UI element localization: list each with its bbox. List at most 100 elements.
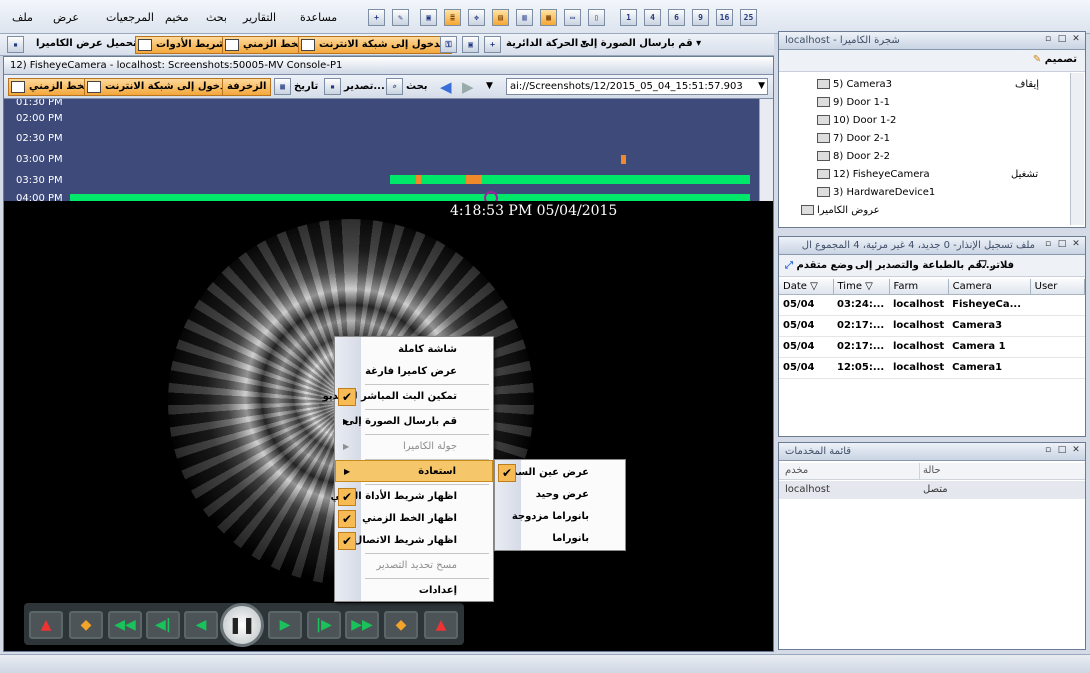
col-user[interactable]: User	[1030, 279, 1086, 295]
play-back-icon[interactable]: ◀	[184, 611, 218, 639]
menu-file[interactable]: ملف	[12, 11, 33, 24]
date-button[interactable]: تاريخ	[294, 81, 318, 92]
window-icon[interactable]: ▭	[564, 9, 581, 26]
playhead-marker[interactable]	[484, 191, 498, 201]
chevron-down-icon[interactable]: ▼	[758, 79, 765, 94]
history-dropdown-icon[interactable]: ▼	[486, 81, 493, 91]
layout-9-icon[interactable]: 9	[692, 9, 709, 26]
maximize-icon[interactable]: □	[1057, 35, 1067, 45]
next-event-icon[interactable]: ◆	[384, 611, 418, 639]
table-row[interactable]: 05/04 02:17:... localhost Camera3	[779, 315, 1085, 337]
load-camera-view-button[interactable]: تحميل عرض الكاميرا ▾	[36, 38, 145, 49]
event-marker[interactable]	[466, 175, 482, 184]
edit-icon[interactable]: ✎	[392, 9, 409, 26]
advanced-mode-button[interactable]: ⤢ وضع متقدم	[785, 260, 853, 271]
last-alarm-icon[interactable]: ▲	[424, 611, 458, 639]
menu-search[interactable]: بحث	[206, 11, 227, 24]
col-date[interactable]: Date ▽	[779, 279, 834, 295]
monitor-icon[interactable]: ▣	[420, 9, 437, 26]
cam-web-login-button[interactable]: الدخول إلى شبكة الانترنت	[84, 78, 238, 96]
timeline[interactable]: 01:30 PM 02:00 PM 02:30 PM 03:00 PM 03:3…	[4, 99, 773, 201]
col-time[interactable]: Time ▽	[833, 279, 890, 295]
play-forward-icon[interactable]: ▶	[268, 611, 302, 639]
tree-item-door-2-2[interactable]: 8) Door 2-2	[817, 149, 890, 165]
pin-icon[interactable]: ▫	[1043, 446, 1053, 456]
path-field[interactable]: ai://Screenshots/12/2015_05_04_15:51:57.…	[506, 78, 768, 95]
col-status[interactable]: حالة	[923, 465, 941, 476]
tree-item-fisheye-camera[interactable]: 12) FisheyeCamera	[817, 167, 930, 183]
col-server[interactable]: مخدم	[785, 465, 808, 476]
pin-icon[interactable]: ▫	[1043, 240, 1053, 250]
prev-event-icon[interactable]: ◆	[69, 611, 103, 639]
close-icon[interactable]: ✕	[1071, 446, 1081, 456]
close-icon[interactable]: ✕	[1071, 35, 1081, 45]
submenu-panorama[interactable]: بانوراما	[495, 528, 625, 550]
menu-view[interactable]: عرض	[53, 11, 79, 24]
save-icon[interactable]: ▪	[7, 36, 24, 53]
pin-icon[interactable]: ▫	[1043, 35, 1053, 45]
layout-25-icon[interactable]: 25	[740, 9, 757, 26]
print-export-button[interactable]: قم بالطباعة والتصدير إلى...	[855, 260, 993, 271]
table-row[interactable]: localhost متصل	[779, 481, 1085, 499]
filter-button[interactable]: ⛉ فلاتر	[979, 260, 1014, 271]
back-arrow-icon[interactable]: ◀	[440, 78, 452, 96]
tree-item-hardware-device[interactable]: 3) HardwareDevice1	[817, 185, 935, 201]
toolbar-strip-button[interactable]: شريط الأدوات	[135, 36, 231, 54]
menu-clear-export-selection[interactable]: مسح تحديد التصدير	[335, 555, 493, 577]
menu-empty-camera-view[interactable]: عرض كاميرا فارغة	[335, 361, 493, 383]
search-icon[interactable]: ⌕	[386, 78, 403, 95]
menu-help[interactable]: مساعدة	[300, 11, 337, 24]
menu-reports[interactable]: التقارير	[243, 11, 276, 24]
search-button[interactable]: بحث	[406, 81, 428, 92]
table-row[interactable]: 05/04 02:17:... localhost Camera 1	[779, 336, 1085, 358]
menu-camera-tour[interactable]: ▶ جولة الكاميرا	[335, 436, 493, 458]
circular-motion-button[interactable]: الحركة الدائرية ▾	[506, 38, 587, 49]
menu-settings[interactable]: إعدادات	[335, 580, 493, 602]
tree-item-door-1-2[interactable]: 10) Door 1-2	[817, 113, 896, 129]
menu-enable-live-stream[interactable]: ✔ تمكين البث المباشر للفيديو	[323, 386, 493, 408]
export-button[interactable]: تصدير...	[344, 81, 385, 92]
camera-tree-scrollbar[interactable]	[1070, 73, 1084, 225]
screens-icon[interactable]: ▣	[462, 36, 479, 53]
recording-bar[interactable]	[70, 194, 750, 201]
step-back-icon[interactable]: ◀|	[146, 611, 180, 639]
camera-add-icon[interactable]: +	[484, 36, 501, 53]
table-row[interactable]: 05/04 03:24:... localhost FisheyeCa...	[779, 294, 1085, 316]
menu-show-timeline[interactable]: ✔ اظهار الخط الزمني	[335, 508, 493, 530]
tree-item-camera-views[interactable]: عروض الكاميرا	[801, 203, 880, 219]
maximize-icon[interactable]: □	[1057, 446, 1067, 456]
submenu-double-panorama[interactable]: بانوراما مزدوجة	[495, 506, 625, 528]
tree-item-door-2-1[interactable]: 7) Door 2-1	[817, 131, 890, 147]
design-button[interactable]: ✎ تصميم	[1033, 54, 1077, 65]
menu-site[interactable]: مخيم	[165, 11, 189, 24]
list-view-icon[interactable]: ≣	[444, 9, 461, 26]
recording-bar[interactable]	[390, 175, 750, 184]
export-icon[interactable]: ▪	[324, 78, 341, 95]
menu-show-text-toolbar[interactable]: ✔ اظهار شريط الأداة النصي	[331, 486, 493, 508]
panel-icon[interactable]: ▤	[492, 9, 509, 26]
menu-restore[interactable]: ▶ استعادة	[335, 460, 493, 482]
send-image-to-button[interactable]: قم بارسال الصورة إلى ▾	[580, 38, 701, 49]
event-marker[interactable]	[621, 155, 626, 164]
maximize-icon[interactable]: □	[1057, 240, 1067, 250]
step-forward-icon[interactable]: |▶	[307, 611, 341, 639]
tree-item-door-1-1[interactable]: 9) Door 1-1	[817, 95, 890, 111]
grid-icon[interactable]: ▦	[540, 9, 557, 26]
col-farm[interactable]: Farm	[889, 279, 949, 295]
forward-arrow-icon[interactable]: ▶	[462, 78, 474, 96]
add-icon[interactable]: +	[368, 9, 385, 26]
menu-bookmarks[interactable]: المرجعيات	[106, 11, 154, 24]
layout-16-icon[interactable]: 16	[716, 9, 733, 26]
rewind-fast-icon[interactable]: ◀◀	[108, 611, 142, 639]
event-marker[interactable]	[416, 175, 421, 184]
layout-icon[interactable]: ▥	[516, 9, 533, 26]
col-camera[interactable]: Camera	[948, 279, 1031, 295]
first-alarm-icon[interactable]: ▲	[29, 611, 63, 639]
tree-item-camera3[interactable]: 5) Camera3	[817, 77, 892, 93]
lock-icon[interactable]: ⚿	[440, 36, 457, 53]
web-login-button[interactable]: الدخول إلى شبكة الانترنت	[298, 36, 452, 54]
layout-4-icon[interactable]: 4	[644, 9, 661, 26]
close-icon[interactable]: ✕	[1071, 240, 1081, 250]
move-icon[interactable]: ✥	[468, 9, 485, 26]
columns-icon[interactable]: ▯	[588, 9, 605, 26]
